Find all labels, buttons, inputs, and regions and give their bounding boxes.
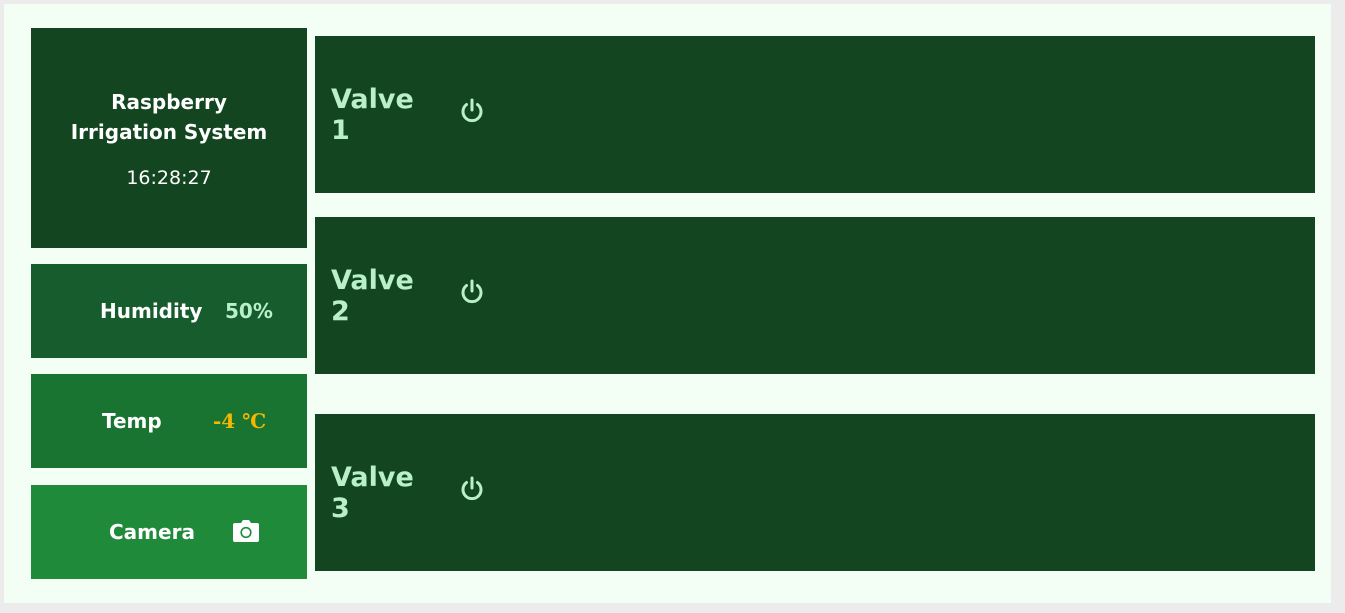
camera-label: Camera: [109, 520, 195, 544]
humidity-panel: Humidity 50%: [31, 264, 307, 358]
camera-button[interactable]: Camera: [31, 485, 307, 579]
valve-2-panel: Valve 2: [315, 217, 1315, 374]
valve-1-label: Valve 1: [331, 83, 414, 146]
valve-3-panel: Valve 3: [315, 414, 1315, 571]
temp-panel: Temp -4 ℃: [31, 374, 307, 468]
power-icon: [461, 98, 483, 122]
valve-1-power-button[interactable]: [457, 96, 487, 126]
title-panel: Raspberry Irrigation System 16:28:27: [31, 28, 307, 248]
temp-value: -4 ℃: [213, 409, 267, 433]
humidity-value: 50%: [225, 299, 273, 323]
valve-2-power-button[interactable]: [457, 277, 487, 307]
power-icon: [461, 279, 483, 303]
valve-3-power-button[interactable]: [457, 474, 487, 504]
clock: 16:28:27: [126, 167, 212, 189]
power-icon: [461, 476, 483, 500]
app-title: Raspberry Irrigation System: [70, 90, 268, 144]
valve-2-label: Valve 2: [331, 264, 414, 327]
humidity-label: Humidity: [100, 299, 203, 323]
temp-label: Temp: [102, 409, 162, 433]
valve-3-label: Valve 3: [331, 461, 414, 524]
valve-1-panel: Valve 1: [315, 36, 1315, 193]
dashboard: Raspberry Irrigation System 16:28:27 Hum…: [4, 4, 1331, 603]
camera-icon[interactable]: [233, 519, 259, 543]
